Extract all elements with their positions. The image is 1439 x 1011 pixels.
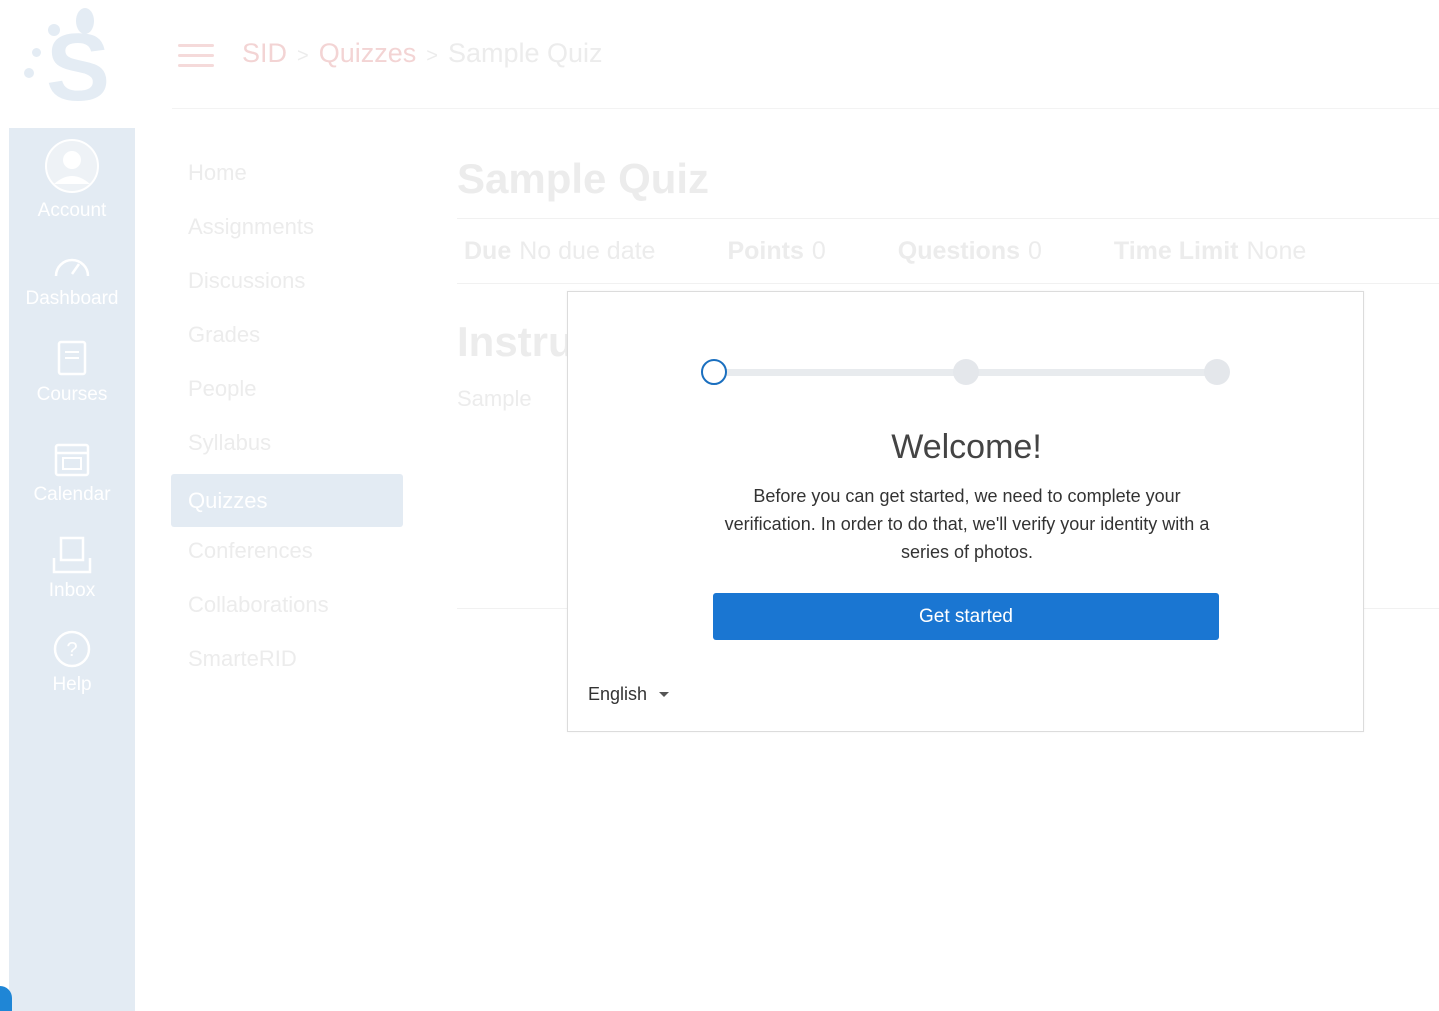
courses-icon [57,340,87,376]
breadcrumb-separator-icon: > [297,45,309,67]
help-icon: ? [53,630,91,668]
course-nav-assignments[interactable]: Assignments [171,204,403,258]
page-title: Sample Quiz [457,155,710,202]
nav-item-dashboard[interactable]: Dashboard [9,250,135,310]
detail-points: Points 0 [727,236,826,265]
inbox-icon [52,536,92,574]
logo-s-mark: S [46,14,111,121]
get-started-button[interactable]: Get started [713,593,1219,640]
course-nav-home[interactable]: Home [171,150,403,204]
logo: S [0,0,170,128]
course-nav-smarterid[interactable]: SmarteRID [171,636,403,690]
breadcrumb-separator-icon: > [426,45,438,67]
avatar-icon [45,139,99,193]
breadcrumb-quizzes[interactable]: Quizzes [319,38,417,68]
course-nav-collaborations[interactable]: Collaborations [171,582,403,636]
quiz-details: Due No due date Points 0 Questions 0 Time L… [457,218,1439,284]
detail-time-limit: Time Limit None [1113,236,1307,265]
header-bar: SID > Quizzes > Sample Quiz [172,0,1439,109]
detail-due: Due No due date [464,236,656,265]
course-nav-conferences[interactable]: Conferences [171,528,403,582]
step-2 [953,359,979,385]
course-nav-discussions[interactable]: Discussions [171,258,403,312]
course-nav-syllabus[interactable]: Syllabus [171,420,403,474]
dashboard-icon [54,258,90,277]
nav-label-inbox: Inbox [48,580,96,601]
nav-item-inbox[interactable]: Inbox [9,536,135,602]
caret-down-icon [659,692,670,697]
course-nav-people[interactable]: People [171,366,403,420]
calendar-icon [54,443,90,477]
svg-text:?: ? [66,639,77,661]
progress-stepper [701,358,1231,386]
nav-label-courses: Courses [36,384,108,405]
language-select[interactable]: English [588,684,670,705]
nav-item-help[interactable]: ? Help [9,630,135,696]
breadcrumb-current: Sample Quiz [447,38,603,68]
course-nav-quizzes[interactable]: Quizzes [171,474,403,527]
nav-label-account: Account [37,200,107,221]
global-nav: Account Dashboard Courses Calendar Inbox… [9,128,135,1011]
nav-label-dashboard: Dashboard [25,288,119,309]
detail-questions: Questions 0 [897,236,1042,265]
step-1-current [701,359,727,385]
nav-label-help: Help [52,674,92,695]
breadcrumb: SID > Quizzes > Sample Quiz [242,38,603,69]
modal-body-text: Before you can get started, we need to c… [724,486,1210,562]
nav-item-calendar[interactable]: Calendar [9,440,135,506]
course-nav: Home Assignments Discussions Grades Peop… [171,150,403,690]
course-nav-grades[interactable]: Grades [171,312,403,366]
breadcrumb-course[interactable]: SID [242,38,287,68]
language-select-value: English [588,684,648,704]
hamburger-menu-icon[interactable] [178,44,214,68]
nav-label-calendar: Calendar [33,484,111,505]
verification-modal: Welcome! Before you can get started, we … [567,291,1364,732]
modal-title: Welcome! [891,428,1042,466]
nav-item-courses[interactable]: Courses [9,340,135,406]
nav-item-account[interactable]: Account [9,138,135,222]
step-3 [1204,359,1230,385]
